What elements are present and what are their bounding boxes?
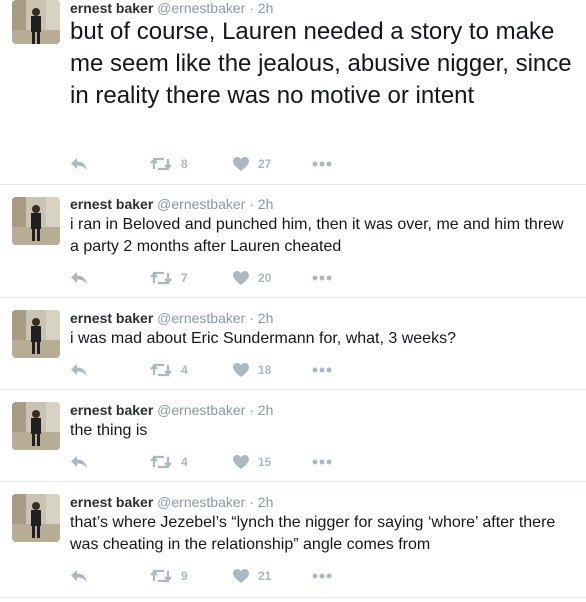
- retweet-count: 9: [181, 569, 188, 583]
- like-count: 15: [258, 455, 272, 469]
- heart-icon: [233, 271, 249, 285]
- more-button[interactable]: [312, 568, 332, 584]
- author-handle[interactable]: @ernestbaker: [157, 196, 245, 212]
- author-handle[interactable]: @ernestbaker: [157, 310, 245, 326]
- author-handle[interactable]: @ernestbaker: [157, 494, 245, 510]
- like-count: 18: [258, 363, 272, 377]
- retweet-icon: [150, 363, 172, 377]
- retweet-count: 7: [181, 271, 188, 285]
- tweet-text: i was mad about Eric Sundermann for, wha…: [70, 330, 456, 347]
- heart-icon: [233, 157, 249, 171]
- author-handle[interactable]: @ernestbaker: [157, 0, 245, 16]
- tweet-actions: 9 21: [70, 568, 370, 584]
- separator-dot: ·: [249, 402, 254, 418]
- retweet-button[interactable]: 8: [150, 156, 188, 172]
- like-button[interactable]: 18: [233, 362, 271, 378]
- reply-icon: [71, 570, 87, 582]
- like-count: 20: [258, 271, 272, 285]
- reply-button[interactable]: [70, 270, 88, 286]
- tweet[interactable]: ernest baker @ernestbaker · 2h but of co…: [0, 0, 586, 185]
- heart-icon: [233, 455, 249, 469]
- reply-icon: [71, 456, 87, 468]
- like-button[interactable]: 21: [233, 568, 271, 584]
- avatar[interactable]: [12, 197, 60, 245]
- heart-icon: [233, 363, 249, 377]
- like-button[interactable]: 15: [233, 454, 271, 470]
- reply-button[interactable]: [70, 454, 88, 470]
- reply-button[interactable]: [70, 568, 88, 584]
- tweet-text: the thing is: [70, 422, 148, 439]
- separator-dot: ·: [249, 310, 254, 326]
- tweet[interactable]: ernest baker @ernestbaker · 2h the thing…: [0, 390, 586, 482]
- avatar[interactable]: [12, 494, 60, 542]
- retweet-button[interactable]: 4: [150, 362, 188, 378]
- tweet-actions: 4 18: [70, 362, 370, 378]
- author-name[interactable]: ernest baker: [70, 402, 153, 418]
- tweet-actions: 4 15: [70, 454, 370, 470]
- reply-icon: [71, 158, 87, 170]
- tweet-text: i ran in Beloved and punched him, then i…: [70, 216, 564, 255]
- like-button[interactable]: 27: [233, 156, 271, 172]
- reply-icon: [71, 272, 87, 284]
- separator-dot: ·: [249, 196, 254, 212]
- author-name[interactable]: ernest baker: [70, 196, 153, 212]
- more-button[interactable]: [312, 156, 332, 172]
- like-button[interactable]: 20: [233, 270, 271, 286]
- avatar[interactable]: [12, 310, 60, 358]
- more-dots-icon: [312, 275, 332, 281]
- more-dots-icon: [312, 459, 332, 465]
- author-name[interactable]: ernest baker: [70, 310, 153, 326]
- more-dots-icon: [312, 367, 332, 373]
- like-count: 21: [258, 569, 272, 583]
- heart-icon: [233, 569, 249, 583]
- more-button[interactable]: [312, 270, 332, 286]
- tweet-header: ernest baker @ernestbaker · 2h: [70, 0, 273, 16]
- retweet-icon: [150, 271, 172, 285]
- more-button[interactable]: [312, 454, 332, 470]
- tweet[interactable]: ernest baker @ernestbaker · 2h i was mad…: [0, 298, 586, 390]
- separator-dot: ·: [249, 0, 254, 16]
- tweet[interactable]: ernest baker @ernestbaker · 2h i ran in …: [0, 185, 586, 298]
- more-button[interactable]: [312, 362, 332, 378]
- like-count: 27: [258, 157, 272, 171]
- retweet-icon: [150, 455, 172, 469]
- more-dots-icon: [312, 573, 332, 579]
- tweet-timestamp[interactable]: 2h: [258, 310, 274, 326]
- retweet-button[interactable]: 9: [150, 568, 188, 584]
- tweet[interactable]: ernest baker @ernestbaker · 2h that’s wh…: [0, 482, 586, 598]
- tweet-actions: 8 27: [70, 156, 370, 172]
- tweet-text: that’s where Jezebel’s “lynch the nigger…: [70, 514, 556, 553]
- tweet-header: ernest baker @ernestbaker · 2h: [70, 196, 273, 212]
- tweet-header: ernest baker @ernestbaker · 2h: [70, 494, 273, 510]
- retweet-icon: [150, 157, 172, 171]
- author-name[interactable]: ernest baker: [70, 0, 153, 16]
- separator-dot: ·: [249, 494, 254, 510]
- tweet-timestamp[interactable]: 2h: [258, 0, 274, 16]
- tweet-timestamp[interactable]: 2h: [258, 494, 274, 510]
- retweet-button[interactable]: 7: [150, 270, 188, 286]
- retweet-button[interactable]: 4: [150, 454, 188, 470]
- retweet-count: 8: [181, 157, 188, 171]
- tweet-header: ernest baker @ernestbaker · 2h: [70, 310, 273, 326]
- reply-icon: [71, 364, 87, 376]
- retweet-icon: [150, 569, 172, 583]
- reply-button[interactable]: [70, 362, 88, 378]
- avatar[interactable]: [12, 402, 60, 450]
- tweet-timestamp[interactable]: 2h: [258, 196, 274, 212]
- author-handle[interactable]: @ernestbaker: [157, 402, 245, 418]
- retweet-count: 4: [181, 363, 188, 377]
- avatar[interactable]: [12, 0, 60, 44]
- reply-button[interactable]: [70, 156, 88, 172]
- tweet-actions: 7 20: [70, 270, 370, 286]
- author-name[interactable]: ernest baker: [70, 494, 153, 510]
- retweet-count: 4: [181, 455, 188, 469]
- tweet-text: but of course, Lauren needed a story to …: [70, 18, 572, 109]
- tweet-header: ernest baker @ernestbaker · 2h: [70, 402, 273, 418]
- tweet-timestamp[interactable]: 2h: [258, 402, 274, 418]
- more-dots-icon: [312, 161, 332, 167]
